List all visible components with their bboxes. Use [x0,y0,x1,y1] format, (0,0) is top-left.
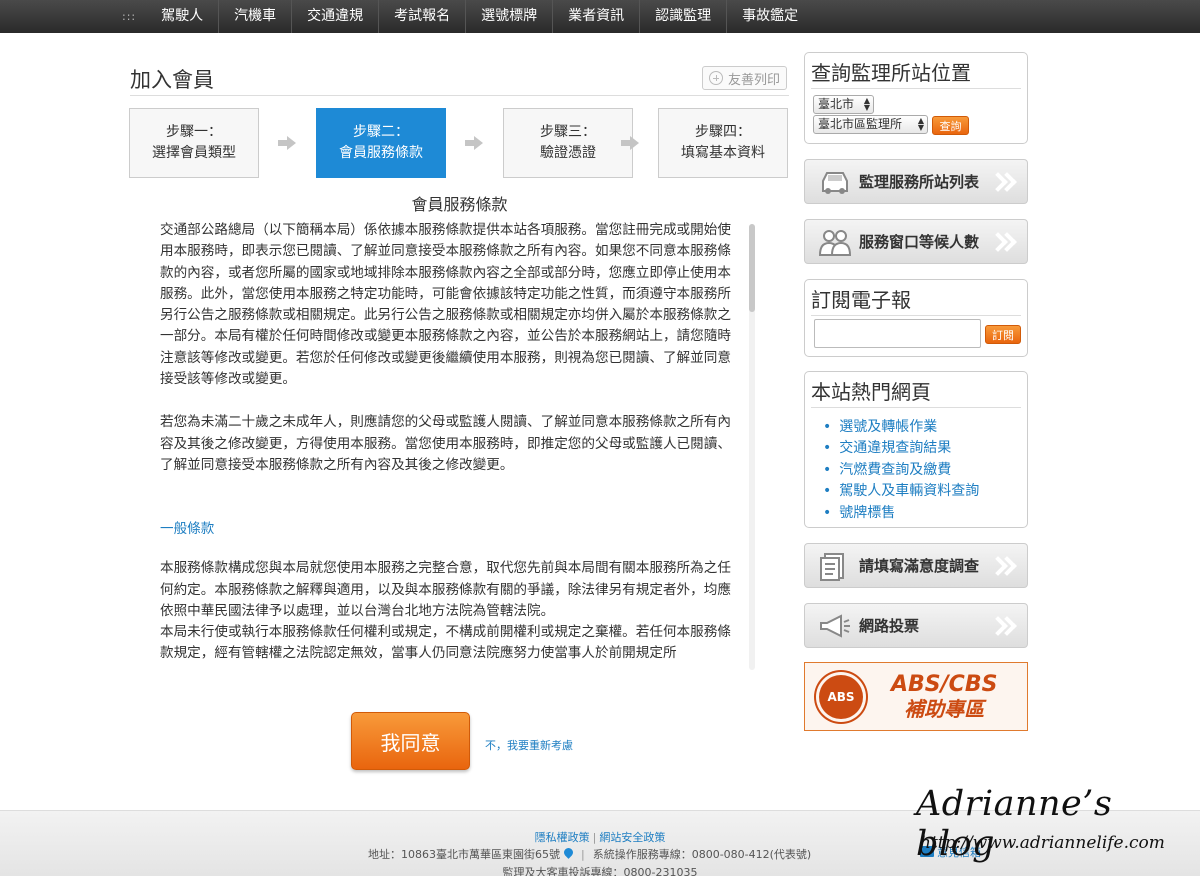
station-list-button[interactable]: 監理服務所站列表 [804,159,1028,204]
city-select-value: 臺北市 [818,97,855,111]
nav-item-violations[interactable]: 交通違規 [292,0,380,33]
step-2-label: 會員服務條款 [339,145,423,161]
step-2: 步驟二： 會員服務條款 [316,108,446,178]
step-1-label: 選擇會員類型 [152,145,236,161]
terms-paragraph: 本服務條款構成您與本局就您使用本服務之完整合意，取代您先前與本局間有關本服務所為… [160,560,731,619]
terms-paragraph: 交通部公路總局（以下簡稱本局）係依據本服務條款提供本站各項服務。當您註冊完成或開… [160,222,731,388]
terms-title: 會員服務條款 [411,195,508,214]
map-pin-icon[interactable] [564,848,573,860]
nav-item-accident[interactable]: 事故鑑定 [727,0,813,33]
office-select-value: 臺北市區監理所 [818,117,903,131]
double-chevron-right-icon [989,551,1019,581]
page-title: 加入會員 [130,68,214,92]
select-arrows-icon: ▲ ▼ [917,116,924,132]
online-vote-button[interactable]: 網路投票 [804,603,1028,648]
newsletter-email-input[interactable] [814,319,981,348]
waiting-count-button[interactable]: 服務窗口等候人數 [804,219,1028,264]
survey-button[interactable]: 請填寫滿意度調查 [804,543,1028,588]
step-3: 步驟三： 驗證憑證 [503,108,633,178]
office-select[interactable]: 臺北市區監理所 ▲ ▼ [813,115,928,134]
footer-complaint: 監理及大客車投訴專線：0800-231035 [502,866,698,876]
agree-button[interactable]: 我同意 [351,712,470,770]
double-chevron-right-icon [989,227,1019,257]
step-2-number: 步驟二： [353,124,409,140]
online-vote-label: 網路投票 [859,617,920,635]
people-icon [817,227,853,257]
car-icon [817,167,853,197]
top-navigation: ::: 駕駛人 汽機車 交通違規 考試報名 選號標牌 業者資訊 認識監理 事故鑑… [0,0,1200,33]
step-3-label: 驗證憑證 [540,145,596,161]
abs-banner-line2: 補助專區 [904,696,985,721]
select-arrows-icon: ▲ ▼ [863,96,870,112]
blog-watermark-url: http://www.adriannelife.com [920,833,1165,853]
nav-item-vehicles[interactable]: 汽機車 [219,0,293,33]
privacy-policy-link[interactable]: 隱私權政策 [535,831,590,844]
nav-item-about[interactable]: 認識監理 [640,0,728,33]
title-divider [130,95,789,96]
footer-hotline: 系統操作服務專線：0800-080-412(代表號) [592,848,812,861]
hot-page-link[interactable]: 選號及轉帳作業 [823,417,1027,438]
print-button[interactable]: 友善列印 [702,66,787,90]
megaphone-icon [817,611,853,641]
step-4-label: 填寫基本資料 [681,145,765,161]
waiting-count-label: 服務窗口等候人數 [859,233,980,251]
hot-page-link[interactable]: 汽燃費查詢及繳費 [823,460,1027,481]
nav-item-business[interactable]: 業者資訊 [553,0,641,33]
hot-page-link[interactable]: 駕駛人及車輛資料查詢 [823,481,1027,502]
step-arrow-icon [465,136,483,150]
step-arrow-icon [278,136,296,150]
terms-section-heading: 一般條款 [160,521,215,538]
newsletter-title: 訂閱電子報 [811,284,1021,316]
nav-item-drivers[interactable]: 駕駛人 [146,0,220,33]
step-4: 步驟四： 填寫基本資料 [658,108,788,178]
step-4-number: 步驟四： [695,124,751,140]
double-chevron-right-icon [989,611,1019,641]
step-3-number: 步驟三： [540,124,596,140]
terms-scroll-area[interactable]: 交通部公路總局（以下簡稱本局）係依據本服務條款提供本站各項服務。當您註冊完成或開… [160,220,757,672]
abs-cbs-banner[interactable]: ABS ABS/CBS 補助專區 [804,662,1028,731]
reconsider-link[interactable]: 不，我要重新考慮 [485,737,573,753]
footer-address-row: 地址：10863臺北市萬華區東園街65號 | 系統操作服務專線：0800-080… [368,847,812,862]
double-chevron-right-icon [989,167,1019,197]
document-icon [817,551,853,581]
print-icon [708,71,723,85]
station-list-label: 監理服務所站列表 [859,173,980,191]
step-1-number: 步驟一： [166,124,222,140]
security-policy-link[interactable]: 網站安全政策 [599,831,665,844]
survey-label: 請填寫滿意度調查 [859,557,980,575]
hot-page-link[interactable]: 號牌標售 [823,503,1027,524]
print-label: 友善列印 [727,72,780,88]
hot-pages-panel: 本站熱門網頁 選號及轉帳作業 交通違規查詢結果 汽燃費查詢及繳費 駕駛人及車輛資… [804,371,1028,528]
nav-item-exam[interactable]: 考試報名 [379,0,467,33]
nav-item-plates[interactable]: 選號標牌 [466,0,554,33]
abs-banner-text: ABS/CBS 補助專區 [891,671,998,721]
hot-pages-list: 選號及轉帳作業 交通違規查詢結果 汽燃費查詢及繳費 駕駛人及車輛資料查詢 號牌標… [823,417,1027,524]
subscribe-button[interactable]: 訂閱 [985,325,1021,344]
menu-grip-icon: ::: [122,10,137,23]
abs-banner-line1: ABS/CBS [891,671,998,697]
terms-paragraph: 若您為未滿二十歲之未成年人，則應請您的父母或監護人閱讀、了解並同意本服務條款之所… [160,414,731,473]
city-select[interactable]: 臺北市 ▲ ▼ [813,95,874,114]
hot-pages-title: 本站熱門網頁 [811,376,1021,408]
station-query-button[interactable]: 查詢 [932,116,969,135]
station-query-title: 查詢監理所站位置 [811,57,1021,89]
footer-address: 地址：10863臺北市萬華區東園街65號 [368,848,560,861]
abs-logo: ABS [819,674,863,719]
terms-scrollbar-thumb[interactable] [749,224,755,312]
terms-paragraph: 本局未行使或執行本服務條款任何權利或規定，不構成前開權利或規定之棄權。若任何本服… [160,624,731,662]
hot-page-link[interactable]: 交通違規查詢結果 [823,438,1027,459]
step-arrow-icon [621,136,639,150]
step-1: 步驟一： 選擇會員類型 [129,108,259,178]
